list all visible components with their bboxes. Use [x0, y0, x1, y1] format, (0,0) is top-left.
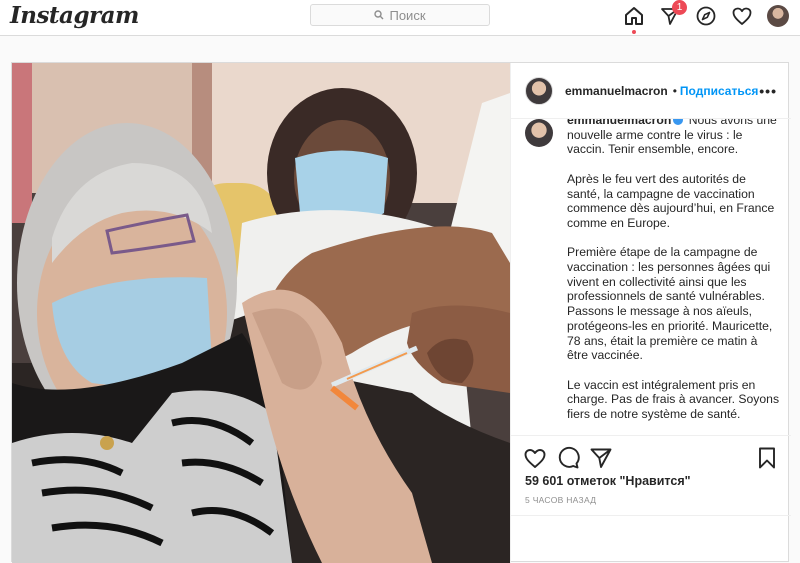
avatar[interactable] — [525, 76, 553, 105]
explore-icon[interactable] — [694, 4, 718, 28]
vaccination-photo — [12, 63, 510, 563]
caption-paragraph-4: Le vaccin est intégralement pris en char… — [567, 377, 780, 422]
separator-dot: • — [672, 83, 677, 98]
post-header: emmanuelmacron • Подписаться ••• — [511, 63, 791, 119]
direct-badge: 1 — [672, 0, 687, 15]
caption-username[interactable]: emmanuelmacron — [567, 119, 671, 127]
post-card: emmanuelmacron • Подписаться ••• emmanue… — [11, 62, 791, 563]
comment-input[interactable] — [511, 515, 791, 563]
avatar — [767, 5, 789, 27]
caption-paragraph-2: Après le feu vert des autorités de santé… — [567, 171, 775, 230]
caption-text: emmanuelmacron Nous avons une nouvelle a… — [567, 119, 781, 422]
search-placeholder: Поиск — [389, 7, 426, 23]
post-photo[interactable] — [12, 63, 510, 563]
more-options-icon[interactable]: ••• — [759, 83, 777, 99]
nav-icons: 1 — [622, 0, 800, 34]
top-navigation-bar: Instagram Поиск 1 — [0, 0, 800, 36]
heart-icon[interactable] — [730, 4, 754, 28]
post-username[interactable]: emmanuelmacron — [565, 84, 668, 98]
like-heart-icon[interactable] — [523, 446, 547, 470]
home-icon[interactable] — [622, 4, 646, 34]
search-input[interactable]: Поиск — [310, 4, 490, 26]
avatar[interactable] — [525, 119, 553, 147]
home-active-dot — [632, 30, 636, 34]
share-icon[interactable] — [589, 446, 613, 470]
comment-icon[interactable] — [556, 446, 580, 470]
post-sidebar: emmanuelmacron • Подписаться ••• emmanue… — [510, 63, 791, 563]
profile-avatar[interactable] — [766, 4, 790, 28]
follow-button[interactable]: Подписаться — [680, 84, 758, 98]
search-icon — [374, 10, 384, 20]
verified-icon — [673, 119, 684, 125]
post-timestamp[interactable]: 5 ЧАСОВ НАЗАД — [525, 495, 596, 505]
instagram-logo[interactable]: Instagram — [10, 2, 139, 29]
direct-icon[interactable]: 1 — [658, 0, 687, 28]
likes-count[interactable]: 59 601 отметок "Нравится" — [525, 474, 691, 488]
caption-area[interactable]: emmanuelmacron Nous avons une nouvelle a… — [511, 119, 791, 431]
bookmark-icon[interactable] — [755, 446, 779, 470]
action-bar — [511, 435, 791, 475]
caption-paragraph-3: Première étape de la campagne de vaccina… — [567, 245, 773, 363]
